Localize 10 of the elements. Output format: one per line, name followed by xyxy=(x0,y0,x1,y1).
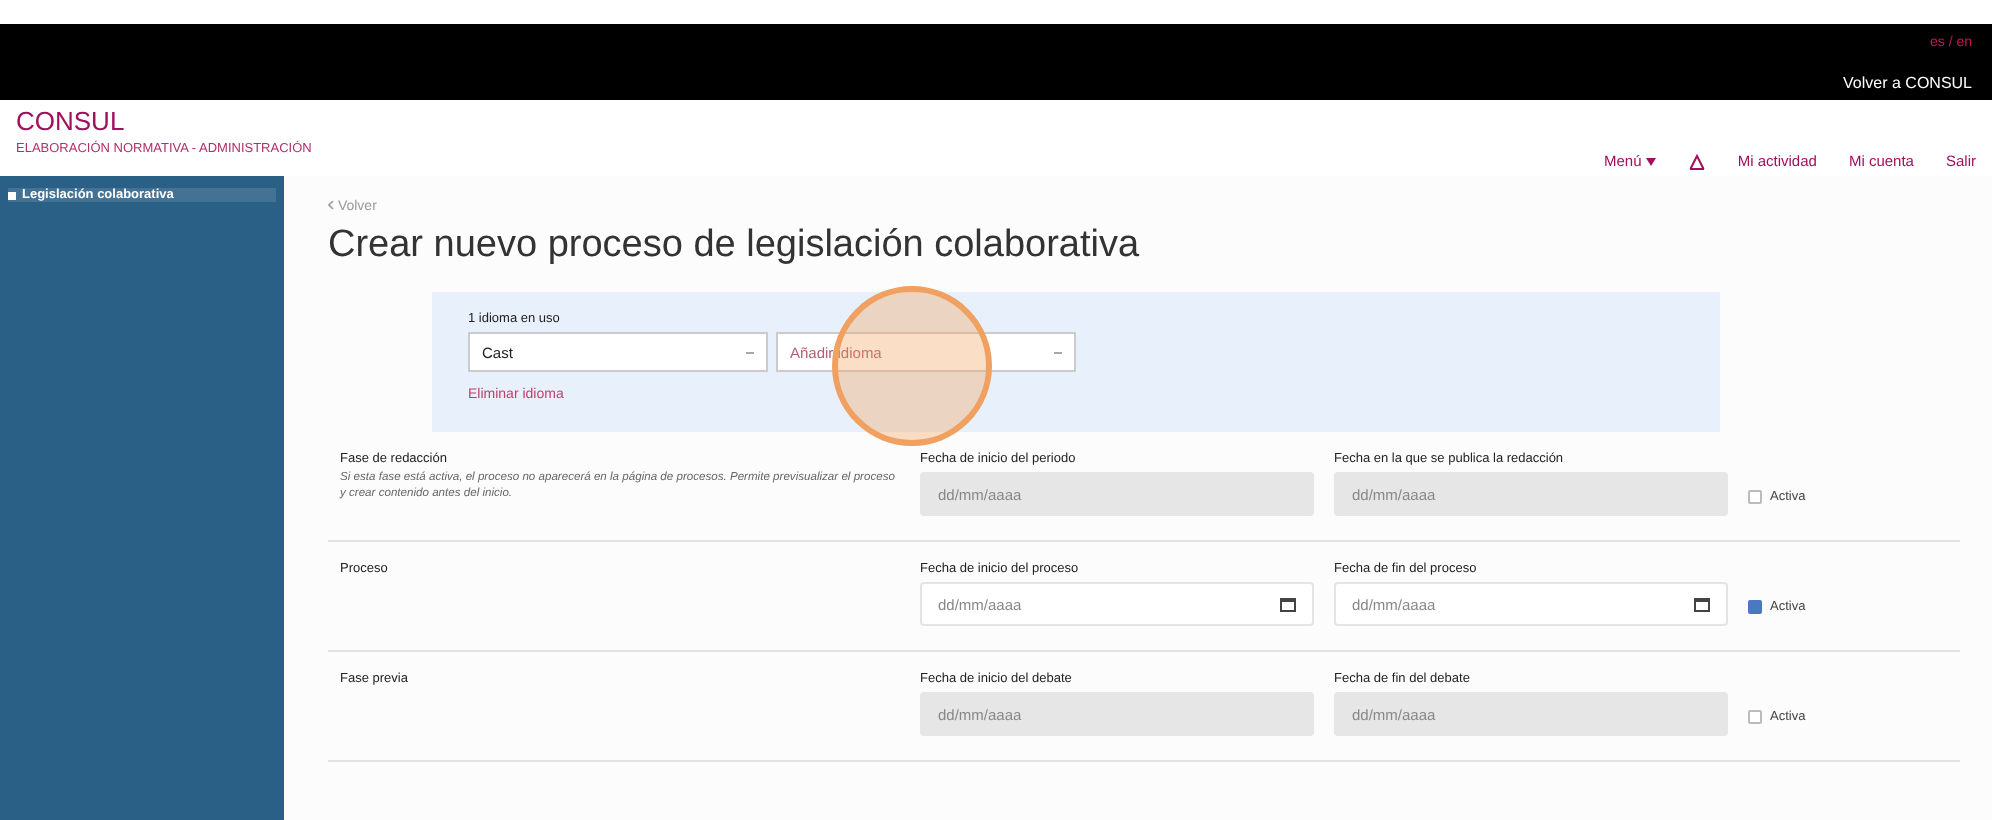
chevron-left-icon xyxy=(328,200,334,210)
page-title: Crear nuevo proceso de legislación colaborativa xyxy=(328,224,1142,268)
logo[interactable]: CONSUL xyxy=(16,108,312,136)
home-icon[interactable] xyxy=(1687,153,1706,169)
checkbox[interactable] xyxy=(1748,489,1762,503)
checkbox[interactable] xyxy=(1748,599,1762,613)
back-to-consul-link[interactable]: Volver a CONSUL xyxy=(1843,74,1972,92)
calendar-icon[interactable] xyxy=(1694,597,1710,611)
checkbox[interactable] xyxy=(1748,709,1762,723)
calendar-icon[interactable] xyxy=(1280,597,1296,611)
